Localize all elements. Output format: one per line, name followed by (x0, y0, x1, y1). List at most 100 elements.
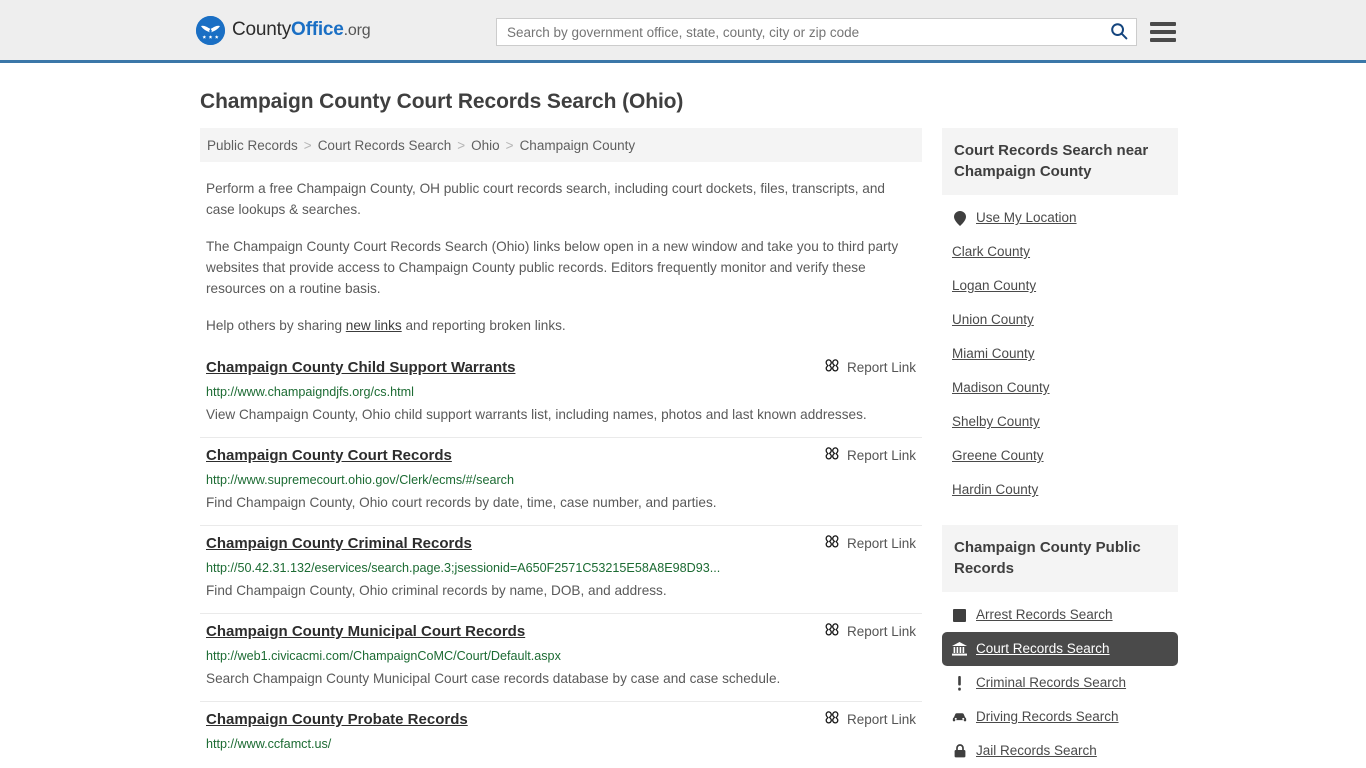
nearby-item-clark-county[interactable]: Clark County (942, 235, 1178, 269)
search-button[interactable] (1102, 19, 1136, 45)
breadcrumb-item-3[interactable]: Ohio (471, 138, 500, 153)
result-item: Champaign County Court Records Report Lin… (200, 438, 922, 526)
nearby-item-union-county[interactable]: Union County (942, 303, 1178, 337)
site-logo[interactable]: CountyOffice.org (196, 15, 371, 45)
results-list: Champaign County Child Support Warrants R… (200, 350, 922, 763)
broken-link-icon (824, 622, 840, 641)
nearby-item-label[interactable]: Union County (952, 311, 1034, 329)
nearby-item-label[interactable]: Shelby County (952, 413, 1040, 431)
brand-part-office: Office (291, 19, 344, 40)
nearby-item-madison-county[interactable]: Madison County (942, 371, 1178, 405)
site-header: CountyOffice.org (0, 0, 1366, 63)
result-description: Search Champaign County Municipal Court … (206, 671, 781, 686)
report-link-button[interactable]: Report Link (824, 358, 922, 377)
nearby-item-label[interactable]: Clark County (952, 243, 1030, 261)
sidebar: Court Records Search near Champaign Coun… (942, 128, 1178, 768)
records-item-arrest-records-search[interactable]: Arrest Records Search (942, 598, 1178, 632)
result-title-link[interactable]: Champaign County Probate Records (206, 710, 468, 730)
report-link-label: Report Link (846, 624, 916, 639)
broken-link-icon (824, 358, 840, 377)
nearby-counties-card: Court Records Search near Champaign Coun… (942, 128, 1178, 507)
result-title-link[interactable]: Champaign County Municipal Court Records (206, 622, 525, 642)
map-pin-icon (952, 210, 967, 226)
new-links-link[interactable]: new links (346, 318, 402, 333)
result-url[interactable]: http://50.42.31.132/eservices/search.pag… (206, 559, 922, 577)
records-item-label[interactable]: Driving Records Search (976, 708, 1119, 726)
public-records-card: Champaign County Public Records Arrest R… (942, 525, 1178, 768)
result-header: Champaign County Criminal Records Report … (206, 534, 922, 554)
page-body: Champaign County Court Records Search (O… (0, 90, 1366, 768)
hamburger-bar-1 (1150, 22, 1176, 26)
nearby-item-miami-county[interactable]: Miami County (942, 337, 1178, 371)
report-link-label: Report Link (846, 448, 916, 463)
records-item-jail-records-search[interactable]: Jail Records Search (942, 734, 1178, 768)
result-url[interactable]: http://www.champaigndjfs.org/cs.html (206, 383, 922, 401)
records-item-label[interactable]: Jail Records Search (976, 742, 1097, 760)
breadcrumb-item-4[interactable]: Champaign County (520, 138, 636, 153)
result-item: Champaign County Municipal Court Records… (200, 614, 922, 702)
page-title: Champaign County Court Records Search (O… (200, 90, 684, 113)
site-logo-text: CountyOffice.org (232, 19, 371, 41)
report-link-button[interactable]: Report Link (824, 622, 922, 641)
records-item-criminal-records-search[interactable]: Criminal Records Search (942, 666, 1178, 700)
result-header: Champaign County Court Records Report Lin… (206, 446, 922, 466)
nearby-item-label[interactable]: Miami County (952, 345, 1035, 363)
nearby-item-use-my-location[interactable]: Use My Location (942, 201, 1178, 235)
result-url[interactable]: http://www.supremecourt.ohio.gov/Clerk/e… (206, 471, 922, 489)
search-bar[interactable] (496, 18, 1137, 46)
result-item: Champaign County Child Support Warrants R… (200, 350, 922, 438)
public-records-heading: Champaign County Public Records (942, 525, 1178, 592)
breadcrumb-item-1[interactable]: Public Records (207, 138, 298, 153)
result-url[interactable]: http://web1.civicacmi.com/ChampaignCoMC/… (206, 647, 922, 665)
hamburger-menu-button[interactable] (1150, 20, 1176, 44)
report-link-button[interactable]: Report Link (824, 534, 922, 553)
exclamation-icon (952, 675, 967, 691)
intro-p3-before: Help others by sharing (206, 318, 346, 333)
intro-paragraph-3: Help others by sharing new links and rep… (206, 315, 917, 336)
intro-p3-after: and reporting broken links. (401, 318, 566, 333)
nearby-item-label[interactable]: Logan County (952, 277, 1036, 295)
records-item-label[interactable]: Arrest Records Search (976, 606, 1113, 624)
result-title-link[interactable]: Champaign County Court Records (206, 446, 452, 466)
search-icon (1110, 22, 1128, 43)
result-item: Champaign County Criminal Records Report … (200, 526, 922, 614)
result-description: Find Champaign County, Ohio court record… (206, 495, 717, 510)
report-link-button[interactable]: Report Link (824, 446, 922, 465)
nearby-item-label[interactable]: Use My Location (976, 209, 1077, 227)
intro-paragraph-2: The Champaign County Court Records Searc… (206, 239, 899, 296)
breadcrumb-separator: > (303, 138, 312, 153)
brand-part-tld: .org (343, 22, 371, 39)
main-column: Public Records > Court Records Search > Ohio… (200, 128, 922, 768)
search-input[interactable] (497, 19, 1102, 45)
records-item-court-records-search[interactable]: Court Records Search (942, 632, 1178, 666)
brand-part-county: County (232, 19, 292, 40)
result-title-link[interactable]: Champaign County Criminal Records (206, 534, 472, 554)
breadcrumb-separator: > (505, 138, 514, 153)
breadcrumb-item-2[interactable]: Court Records Search (318, 138, 452, 153)
nearby-item-label[interactable]: Hardin County (952, 481, 1038, 499)
result-item: Champaign County Probate Records Report L… (200, 702, 922, 763)
records-item-driving-records-search[interactable]: Driving Records Search (942, 700, 1178, 734)
car-icon (952, 710, 967, 725)
breadcrumb: Public Records > Court Records Search > Ohio… (200, 128, 922, 162)
records-item-label[interactable]: Court Records Search (976, 640, 1110, 658)
report-link-label: Report Link (846, 536, 916, 551)
report-link-label: Report Link (846, 712, 916, 727)
hamburger-bar-3 (1150, 38, 1176, 42)
lock-icon (952, 744, 967, 759)
report-link-button[interactable]: Report Link (824, 710, 922, 729)
content-area: Public Records > Court Records Search > Ohio… (200, 128, 1366, 768)
nearby-item-logan-county[interactable]: Logan County (942, 269, 1178, 303)
nearby-item-shelby-county[interactable]: Shelby County (942, 405, 1178, 439)
nearby-item-label[interactable]: Greene County (952, 447, 1044, 465)
records-item-label[interactable]: Criminal Records Search (976, 674, 1126, 692)
result-header: Champaign County Child Support Warrants R… (206, 358, 922, 378)
result-title-link[interactable]: Champaign County Child Support Warrants (206, 358, 515, 378)
eagle-logo-icon (196, 15, 225, 45)
nearby-item-greene-county[interactable]: Greene County (942, 439, 1178, 473)
public-records-list: Arrest Records Search Court Records Searc… (942, 592, 1178, 768)
result-url[interactable]: http://www.ccfamct.us/ (206, 735, 922, 753)
report-link-label: Report Link (846, 360, 916, 375)
nearby-item-hardin-county[interactable]: Hardin County (942, 473, 1178, 507)
nearby-item-label[interactable]: Madison County (952, 379, 1050, 397)
